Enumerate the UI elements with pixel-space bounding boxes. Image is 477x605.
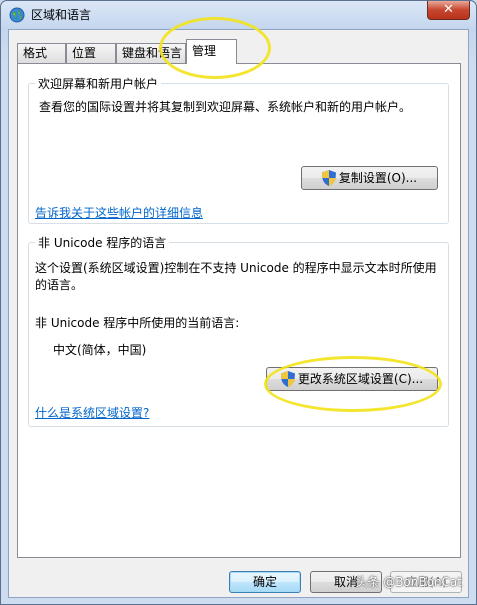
tab-format-label: 格式 (23, 46, 48, 60)
close-button[interactable]: ✕ (427, 1, 470, 20)
copy-settings-label: 复制设置(O)... (338, 171, 418, 185)
tab-location-label: 位置 (72, 46, 97, 60)
close-icon: ✕ (443, 2, 454, 17)
non-unicode-description: 这个设置(系统区域设置)控制在不支持 Unicode 的程序中显示文本时所使用的… (35, 261, 437, 292)
title-bar[interactable]: 区域和语言 ✕ (1, 1, 476, 27)
globe-icon (9, 7, 25, 23)
change-system-locale-label: 更改系统区域设置(C)... (297, 372, 424, 386)
region-language-window: 区域和语言 ✕ 格式 位置 键盘和语言 管理 欢迎屏幕和新用户帐户 查看您的国际… (0, 0, 477, 605)
admin-panel: 欢迎屏幕和新用户帐户 查看您的国际设置并将其复制到欢迎屏幕、系统帐户和新的用户帐… (17, 63, 461, 558)
ok-button[interactable]: 确定 (229, 571, 301, 593)
current-language-label: 非 Unicode 程序中所使用的当前语言: (35, 316, 240, 330)
welcome-group: 欢迎屏幕和新用户帐户 查看您的国际设置并将其复制到欢迎屏幕、系统帐户和新的用户帐… (28, 75, 449, 224)
account-info-link[interactable]: 告诉我关于这些帐户的详细信息 (35, 204, 203, 221)
tab-keyboard-language-label: 键盘和语言 (122, 46, 183, 60)
tab-location[interactable]: 位置 (66, 43, 116, 63)
window-title: 区域和语言 (31, 8, 92, 22)
non-unicode-group-title: 非 Unicode 程序的语言 (35, 234, 170, 251)
uac-shield-icon (321, 169, 336, 186)
tab-keyboard-language[interactable]: 键盘和语言 (116, 43, 186, 63)
change-system-locale-button[interactable]: 更改系统区域设置(C)... (266, 367, 438, 391)
tab-administrative-label: 管理 (192, 44, 217, 58)
uac-shield-icon (280, 370, 295, 387)
watermark: 头条 @BonBonCat (355, 575, 462, 589)
tab-administrative[interactable]: 管理 (186, 39, 237, 64)
ok-label: 确定 (252, 575, 277, 589)
dialog-client: 格式 位置 键盘和语言 管理 欢迎屏幕和新用户帐户 查看您的国际设置并将其复制到… (8, 29, 469, 598)
system-locale-help-link[interactable]: 什么是系统区域设置? (35, 404, 149, 421)
non-unicode-group: 非 Unicode 程序的语言 这个设置(系统区域设置)控制在不支持 Unico… (28, 234, 449, 427)
current-language-value: 中文(简体，中国) (53, 343, 147, 357)
welcome-description: 查看您的国际设置并将其复制到欢迎屏幕、系统帐户和新的用户帐户。 (39, 100, 412, 114)
copy-settings-button[interactable]: 复制设置(O)... (301, 166, 438, 190)
welcome-group-title: 欢迎屏幕和新用户帐户 (35, 75, 162, 92)
tab-format[interactable]: 格式 (17, 43, 66, 63)
